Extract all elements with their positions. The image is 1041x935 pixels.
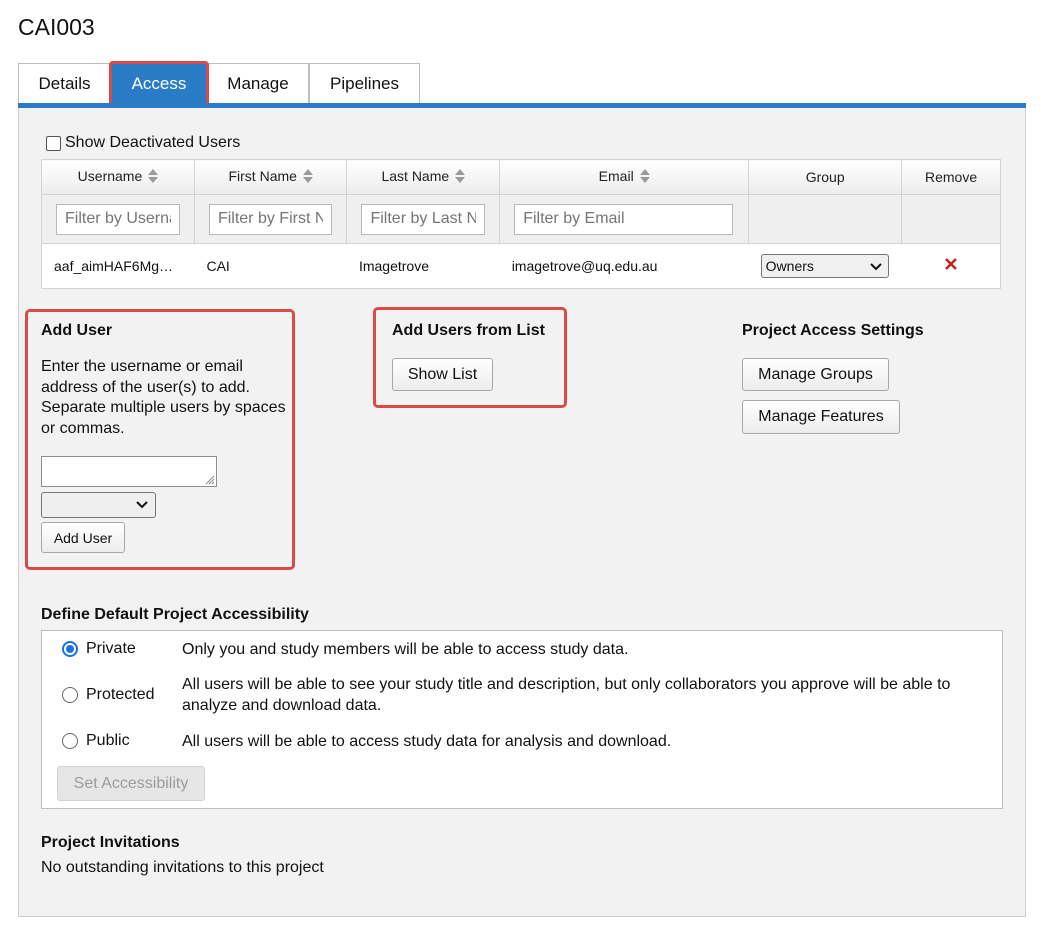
filter-remove-empty <box>901 194 1001 244</box>
cell-username: aaf_aimHAF6Mg… <box>41 243 195 289</box>
option-private-description: Only you and study members will be able … <box>182 641 629 658</box>
page-title: CAI003 <box>18 14 95 40</box>
sort-icon <box>455 168 466 186</box>
add-from-list-title: Add Users from List <box>392 322 545 339</box>
col-remove: Remove <box>901 159 1001 195</box>
option-protected-description: All users will be able to see your study… <box>182 676 951 714</box>
accessibility-title: Define Default Project Accessibility <box>41 606 309 623</box>
option-public-description: All users will be able to access study d… <box>182 733 672 750</box>
chevron-down-icon <box>136 501 148 509</box>
tab-manage[interactable]: Manage <box>207 63 309 103</box>
add-user-textarea[interactable] <box>41 456 217 487</box>
group-select[interactable]: Owners <box>760 254 889 278</box>
cell-first-name: CAI <box>194 243 347 289</box>
show-deactivated-label: Show Deactivated Users <box>65 134 241 151</box>
tab-pipelines[interactable]: Pipelines <box>309 63 420 103</box>
access-tab-highlight <box>109 61 209 107</box>
col-email[interactable]: Email <box>499 159 750 195</box>
sort-icon <box>302 168 313 186</box>
col-username[interactable]: Username <box>41 159 195 195</box>
filter-first-name-input[interactable] <box>208 203 333 235</box>
filter-username-input[interactable] <box>56 203 180 235</box>
tab-details[interactable]: Details <box>18 63 111 103</box>
col-group: Group <box>748 159 903 195</box>
chevron-down-icon <box>869 258 882 274</box>
manage-groups-button[interactable]: Manage Groups <box>742 358 889 391</box>
cell-group: Owners <box>748 243 902 289</box>
col-last-name[interactable]: Last Name <box>346 159 501 195</box>
cell-last-name: Imagetrove <box>346 243 500 289</box>
resize-handle-icon <box>205 475 215 485</box>
radio-private[interactable] <box>62 641 78 657</box>
users-table: Username First Name Last Name Email Grou… <box>41 159 1001 289</box>
add-user-description: Enter the username or email address of t… <box>41 358 286 437</box>
show-deactivated-checkbox[interactable] <box>46 136 61 151</box>
remove-user-icon[interactable] <box>944 257 957 274</box>
access-settings-title: Project Access Settings <box>742 322 924 339</box>
group-select-value: Owners <box>765 258 814 274</box>
cell-remove <box>901 243 1001 289</box>
filter-last-name-input[interactable] <box>361 203 486 235</box>
sort-icon <box>148 168 159 186</box>
option-public-label: Public <box>86 732 130 749</box>
add-user-role-select[interactable] <box>41 492 156 518</box>
radio-public[interactable] <box>62 733 78 749</box>
sort-icon <box>639 168 650 186</box>
set-accessibility-button[interactable]: Set Accessibility <box>57 766 205 801</box>
add-user-button[interactable]: Add User <box>41 522 125 553</box>
option-protected-label: Protected <box>86 686 155 703</box>
show-list-button[interactable]: Show List <box>392 358 493 391</box>
manage-features-button[interactable]: Manage Features <box>742 400 900 434</box>
invitations-message: No outstanding invitations to this proje… <box>41 859 324 876</box>
table-row: aaf_aimHAF6Mg… CAI Imagetrove imagetrove… <box>41 243 1001 289</box>
radio-protected[interactable] <box>62 687 78 703</box>
add-user-title: Add User <box>41 322 113 339</box>
col-first-name[interactable]: First Name <box>193 159 348 195</box>
filter-group-empty <box>748 194 903 244</box>
invitations-title: Project Invitations <box>41 834 180 851</box>
filter-email-input[interactable] <box>514 203 734 235</box>
cell-email: imagetrove@uq.edu.au <box>499 243 749 289</box>
option-private-label: Private <box>86 640 136 657</box>
